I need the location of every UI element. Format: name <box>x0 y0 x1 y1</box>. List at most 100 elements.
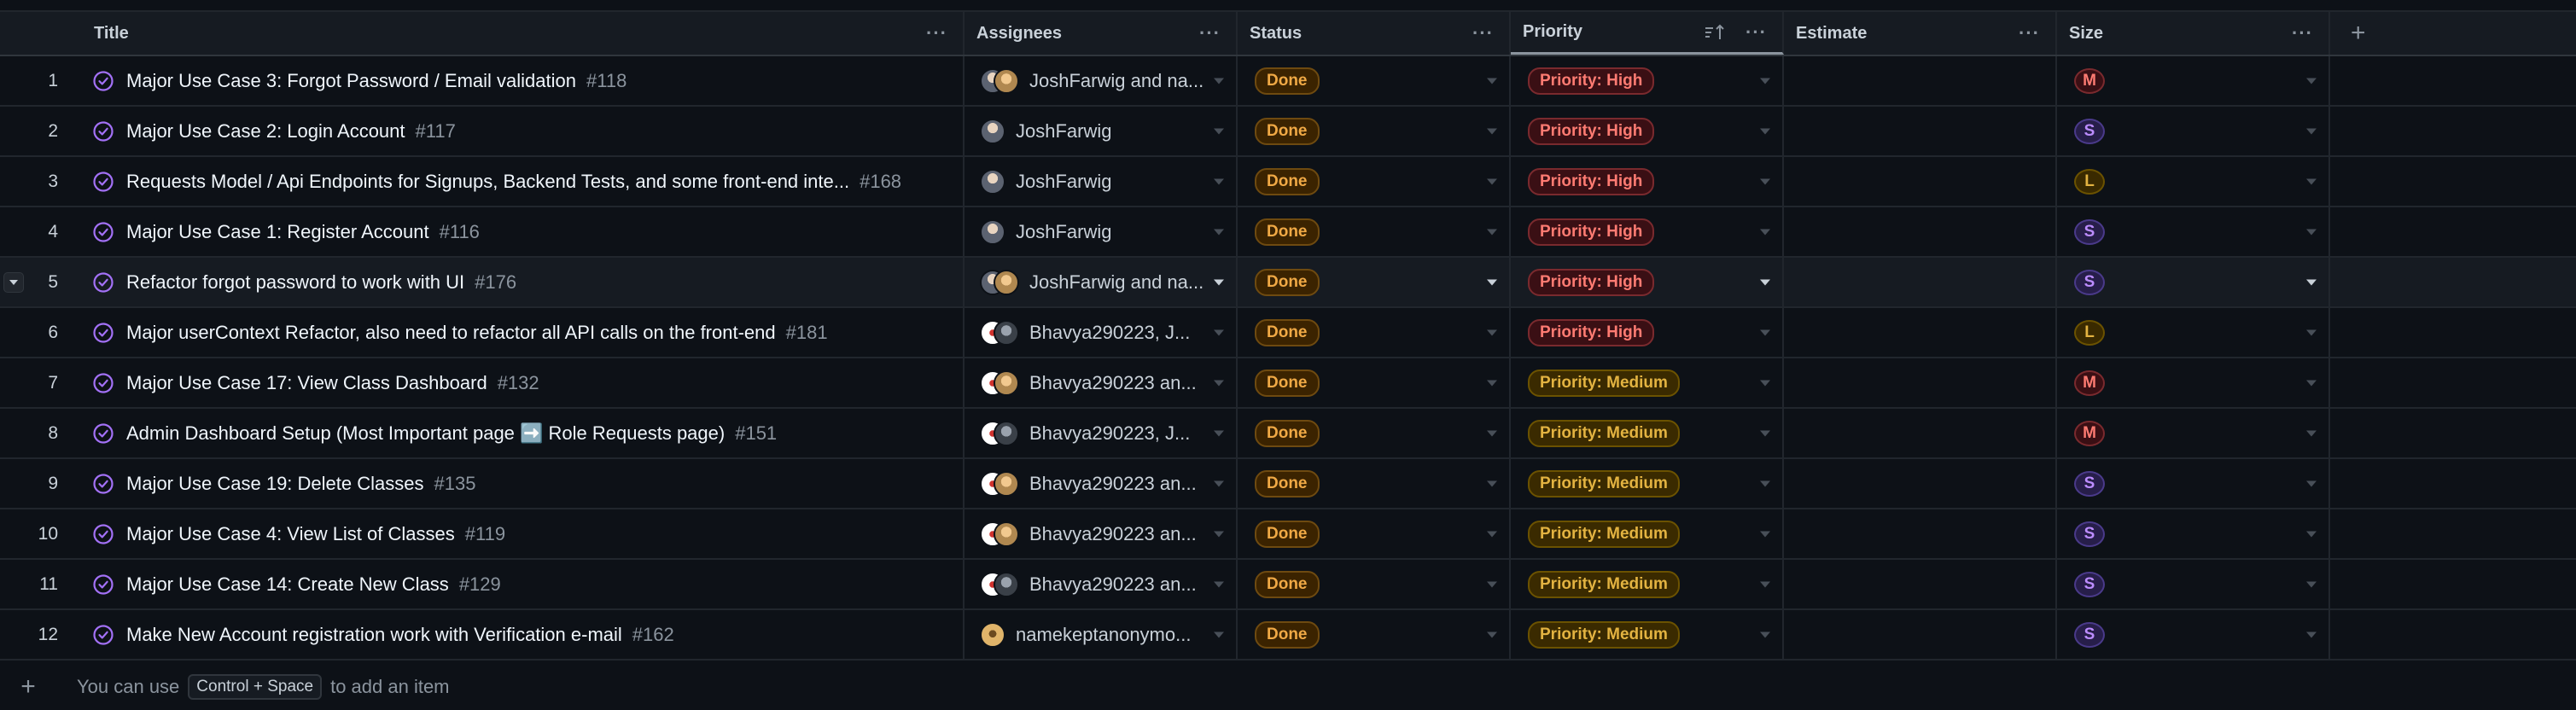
chevron-down-icon[interactable] <box>1760 581 1770 587</box>
estimate-cell[interactable] <box>1784 56 2057 105</box>
column-header-priority[interactable]: Priority ··· <box>1511 12 1784 55</box>
assignees-cell[interactable]: JoshFarwig <box>965 157 1238 206</box>
size-cell[interactable]: S <box>2057 207 2330 256</box>
title-cell[interactable]: Major userContext Refactor, also need to… <box>82 308 965 357</box>
assignees-cell[interactable]: Bhavya290223, J... <box>965 308 1238 357</box>
chevron-down-icon[interactable] <box>1487 329 1497 335</box>
title-cell[interactable]: Major Use Case 1: Register Account #116 <box>82 207 965 256</box>
status-cell[interactable]: Done <box>1238 308 1511 357</box>
chevron-down-icon[interactable] <box>1487 480 1497 486</box>
chevron-down-icon[interactable] <box>1760 178 1770 184</box>
status-cell[interactable]: Done <box>1238 459 1511 508</box>
assignees-cell[interactable]: JoshFarwig <box>965 107 1238 155</box>
table-row[interactable]: 2 Major Use Case 2: Login Account #117 J… <box>0 107 2576 157</box>
more-horizontal-icon[interactable]: ··· <box>926 22 947 44</box>
more-horizontal-icon[interactable]: ··· <box>2019 22 2040 44</box>
chevron-down-icon[interactable] <box>1214 279 1224 285</box>
chevron-down-icon[interactable] <box>2306 631 2317 637</box>
chevron-down-icon[interactable] <box>2306 279 2317 285</box>
chevron-down-icon[interactable] <box>1760 531 1770 537</box>
issue-title-link[interactable]: Refactor forgot password to work with UI <box>126 271 464 294</box>
size-cell[interactable]: S <box>2057 560 2330 608</box>
status-cell[interactable]: Done <box>1238 56 1511 105</box>
estimate-cell[interactable] <box>1784 308 2057 357</box>
chevron-down-icon[interactable] <box>1487 178 1497 184</box>
table-row[interactable]: 9 Major Use Case 19: Delete Classes #135… <box>0 459 2576 509</box>
table-row[interactable]: 12 Make New Account registration work wi… <box>0 610 2576 661</box>
chevron-down-icon[interactable] <box>1487 279 1497 285</box>
chevron-down-icon[interactable] <box>1214 430 1224 436</box>
column-header-size[interactable]: Size ··· <box>2057 12 2330 55</box>
title-cell[interactable]: Major Use Case 4: View List of Classes #… <box>82 509 965 558</box>
chevron-down-icon[interactable] <box>2306 329 2317 335</box>
priority-cell[interactable]: Priority: Medium <box>1511 560 1784 608</box>
issue-title-link[interactable]: Major Use Case 17: View Class Dashboard <box>126 372 487 394</box>
table-row[interactable]: 10 Major Use Case 4: View List of Classe… <box>0 509 2576 560</box>
size-cell[interactable]: L <box>2057 308 2330 357</box>
chevron-down-icon[interactable] <box>1487 531 1497 537</box>
chevron-down-icon[interactable] <box>1487 380 1497 386</box>
row-menu-button[interactable] <box>3 271 24 293</box>
title-cell[interactable]: Admin Dashboard Setup (Most Important pa… <box>82 409 965 457</box>
column-header-title[interactable]: Title ··· <box>82 12 965 55</box>
estimate-cell[interactable] <box>1784 610 2057 659</box>
estimate-cell[interactable] <box>1784 509 2057 558</box>
status-cell[interactable]: Done <box>1238 207 1511 256</box>
size-cell[interactable]: M <box>2057 409 2330 457</box>
priority-cell[interactable]: Priority: High <box>1511 308 1784 357</box>
chevron-down-icon[interactable] <box>2306 229 2317 235</box>
priority-cell[interactable]: Priority: High <box>1511 207 1784 256</box>
issue-title-link[interactable]: Major Use Case 3: Forgot Password / Emai… <box>126 70 576 92</box>
more-horizontal-icon[interactable]: ··· <box>1199 22 1221 44</box>
chevron-down-icon[interactable] <box>1214 531 1224 537</box>
status-cell[interactable]: Done <box>1238 157 1511 206</box>
estimate-cell[interactable] <box>1784 107 2057 155</box>
chevron-down-icon[interactable] <box>1487 229 1497 235</box>
chevron-down-icon[interactable] <box>1487 128 1497 134</box>
title-cell[interactable]: Refactor forgot password to work with UI… <box>82 258 965 306</box>
add-field-button[interactable]: + <box>2330 12 2576 55</box>
chevron-down-icon[interactable] <box>1760 631 1770 637</box>
size-cell[interactable]: L <box>2057 157 2330 206</box>
issue-title-link[interactable]: Major userContext Refactor, also need to… <box>126 322 776 344</box>
issue-title-link[interactable]: Admin Dashboard Setup (Most Important pa… <box>126 422 725 445</box>
assignees-cell[interactable]: Bhavya290223 an... <box>965 560 1238 608</box>
assignees-cell[interactable]: JoshFarwig and na... <box>965 258 1238 306</box>
chevron-down-icon[interactable] <box>1214 380 1224 386</box>
issue-title-link[interactable]: Major Use Case 2: Login Account <box>126 120 405 143</box>
priority-cell[interactable]: Priority: High <box>1511 157 1784 206</box>
table-row[interactable]: 3 Requests Model / Api Endpoints for Sig… <box>0 157 2576 207</box>
more-horizontal-icon[interactable]: ··· <box>1472 22 1494 44</box>
issue-title-link[interactable]: Major Use Case 4: View List of Classes <box>126 523 455 545</box>
status-cell[interactable]: Done <box>1238 560 1511 608</box>
estimate-cell[interactable] <box>1784 358 2057 407</box>
plus-icon[interactable]: + <box>2351 20 2366 46</box>
issue-title-link[interactable]: Major Use Case 14: Create New Class <box>126 573 449 596</box>
estimate-cell[interactable] <box>1784 560 2057 608</box>
estimate-cell[interactable] <box>1784 409 2057 457</box>
assignees-cell[interactable]: JoshFarwig and na... <box>965 56 1238 105</box>
status-cell[interactable]: Done <box>1238 358 1511 407</box>
status-cell[interactable]: Done <box>1238 107 1511 155</box>
estimate-cell[interactable] <box>1784 207 2057 256</box>
chevron-down-icon[interactable] <box>1487 631 1497 637</box>
more-horizontal-icon[interactable]: ··· <box>2292 22 2313 44</box>
priority-cell[interactable]: Priority: High <box>1511 107 1784 155</box>
table-row[interactable]: 5 Refactor forgot password to work with … <box>0 258 2576 308</box>
chevron-down-icon[interactable] <box>1214 78 1224 84</box>
chevron-down-icon[interactable] <box>1487 581 1497 587</box>
assignees-cell[interactable]: namekeptanonymo... <box>965 610 1238 659</box>
size-cell[interactable]: S <box>2057 107 2330 155</box>
chevron-down-icon[interactable] <box>1760 128 1770 134</box>
chevron-down-icon[interactable] <box>1214 480 1224 486</box>
title-cell[interactable]: Major Use Case 14: Create New Class #129 <box>82 560 965 608</box>
table-row[interactable]: 8 Admin Dashboard Setup (Most Important … <box>0 409 2576 459</box>
chevron-down-icon[interactable] <box>2306 380 2317 386</box>
chevron-down-icon[interactable] <box>1214 581 1224 587</box>
chevron-down-icon[interactable] <box>1760 279 1770 285</box>
column-header-assignees[interactable]: Assignees ··· <box>965 12 1238 55</box>
assignees-cell[interactable]: Bhavya290223 an... <box>965 509 1238 558</box>
add-item-footer[interactable]: + You can use Control + Space to add an … <box>0 664 2576 710</box>
more-horizontal-icon[interactable]: ··· <box>1746 21 1767 44</box>
table-row[interactable]: 1 Major Use Case 3: Forgot Password / Em… <box>0 56 2576 107</box>
